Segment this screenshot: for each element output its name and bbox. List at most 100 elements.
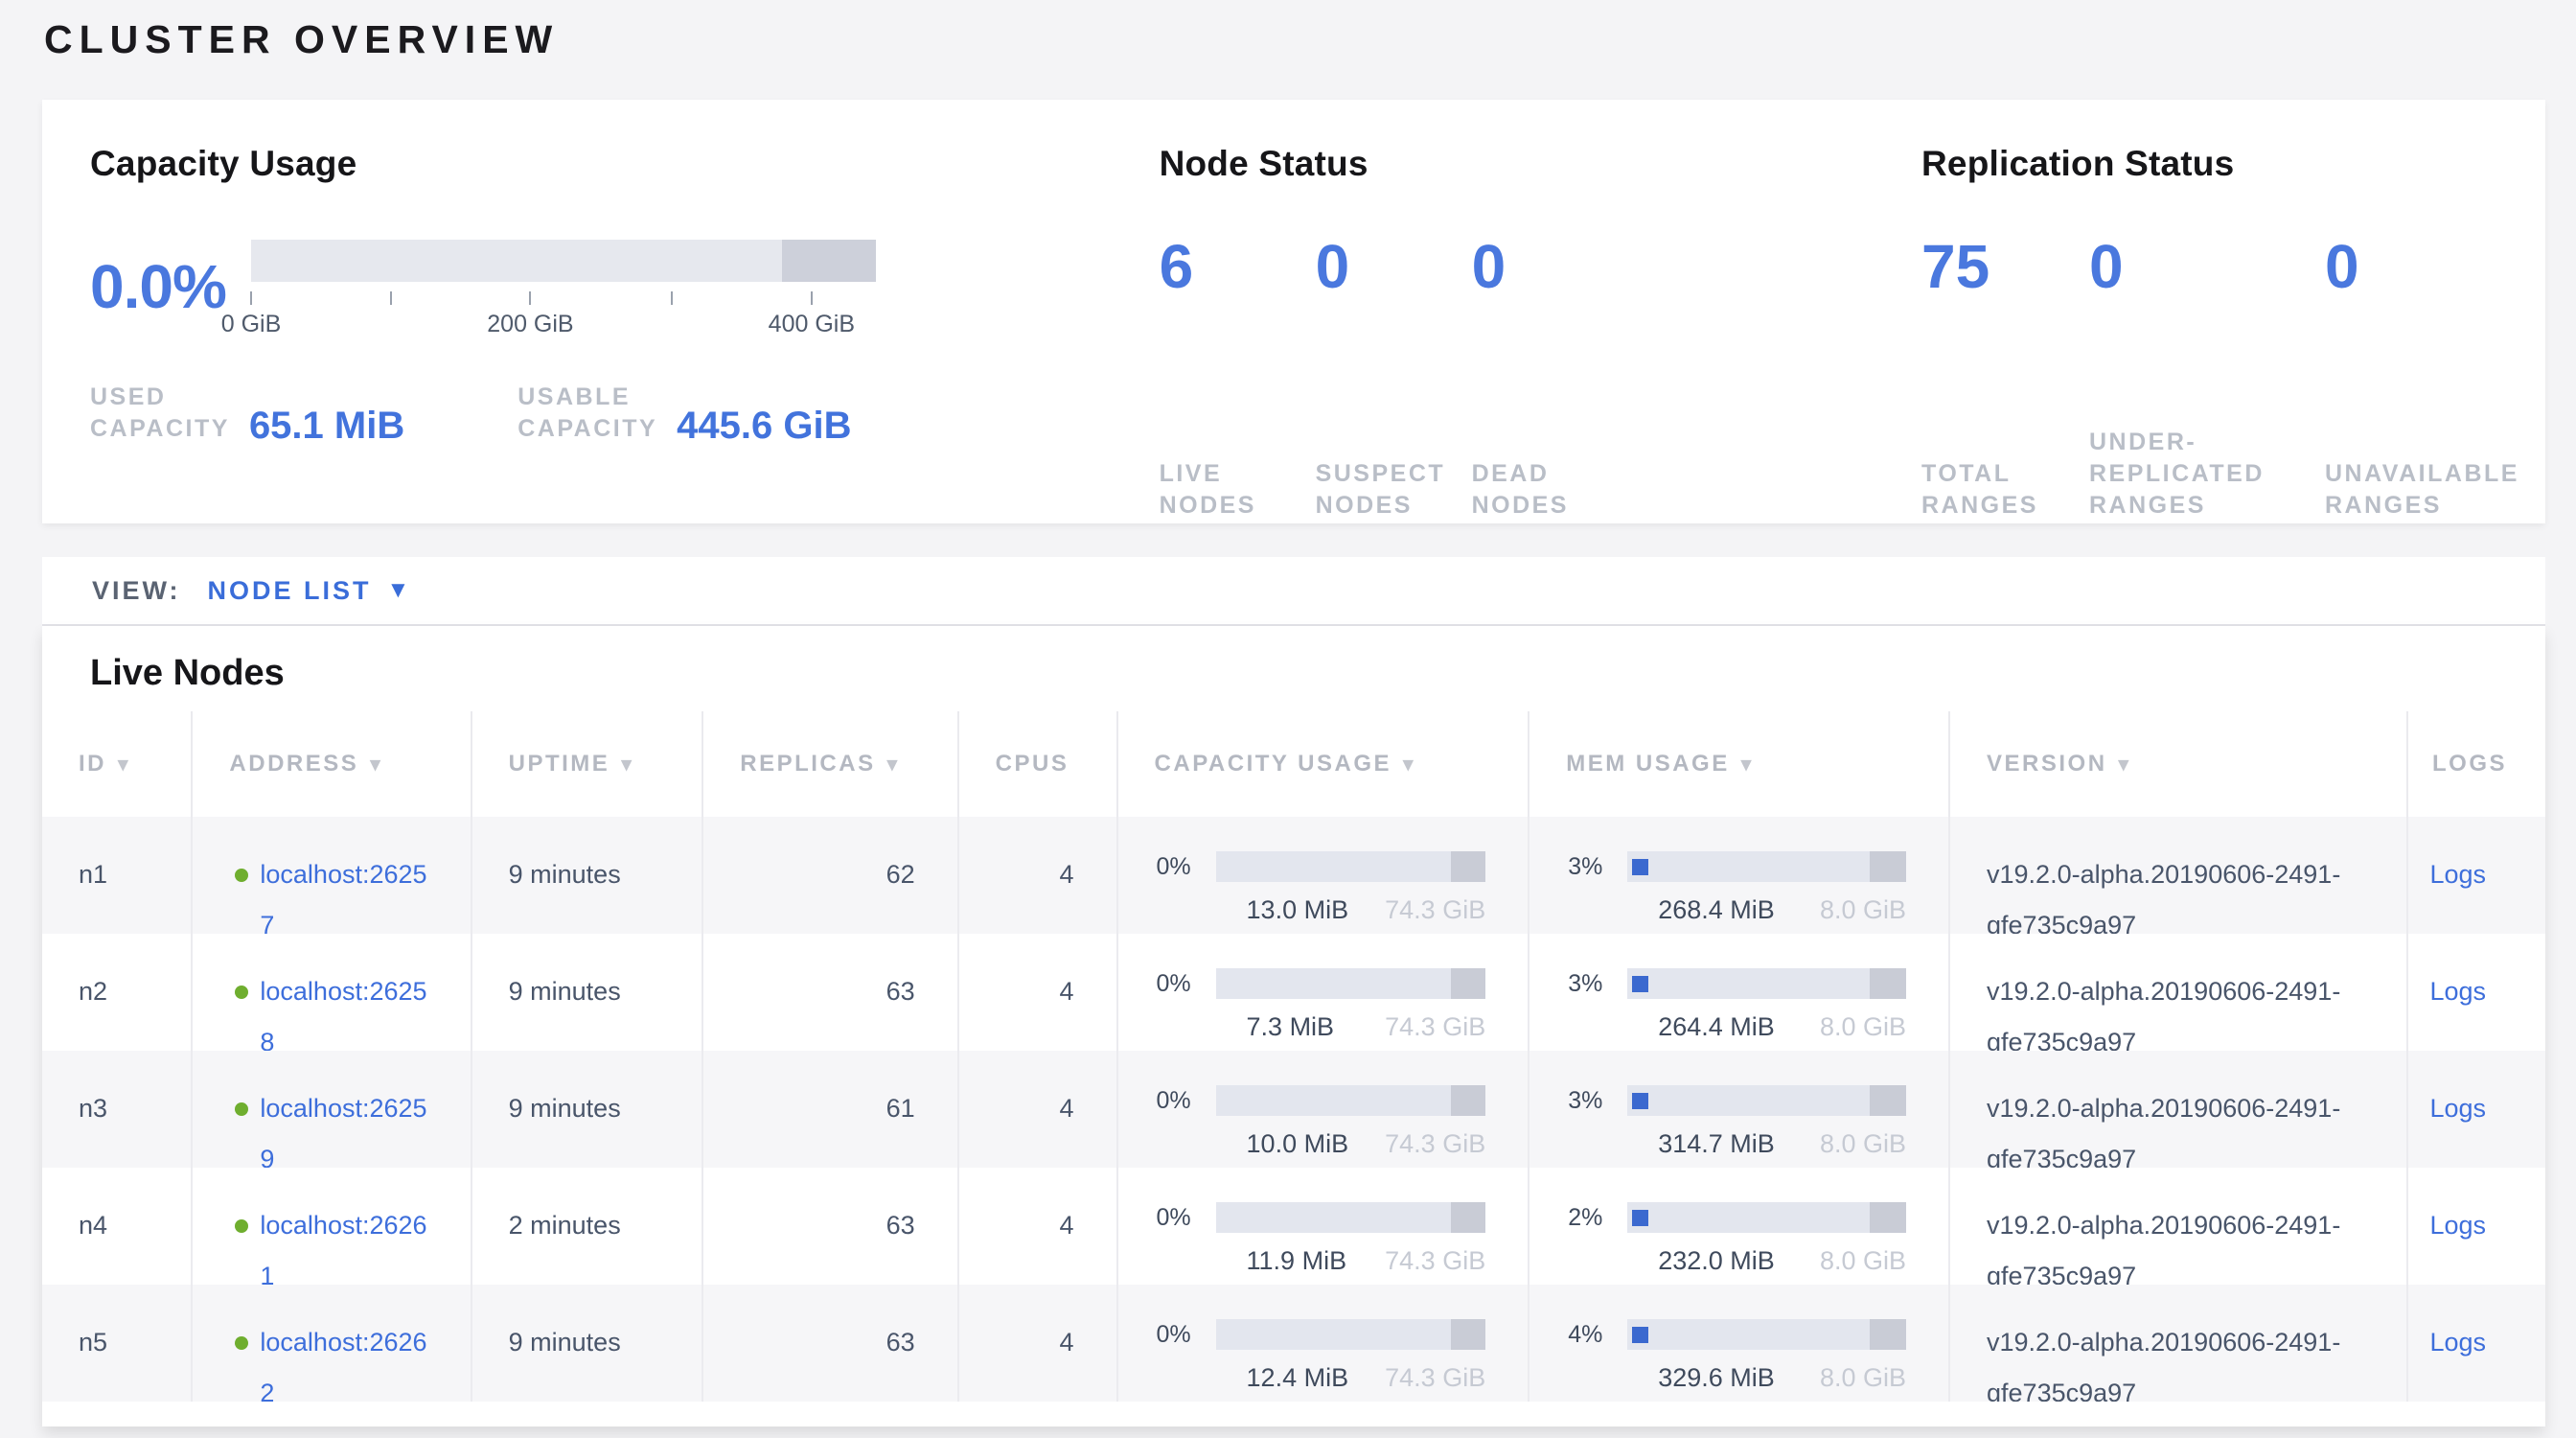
node-capacity-usage: 0% 10.0 MiB 74.3 GiB <box>1116 1051 1529 1168</box>
unavailable-label: UNAVAILABLE RANGES <box>2325 458 2545 522</box>
total-ranges-stat: 75 TOTAL RANGES <box>1921 232 2089 522</box>
suspect-nodes-count: 0 <box>1316 232 1472 301</box>
mem-used-value: 329.6 MiB <box>1658 1363 1775 1392</box>
capacity-bar-track <box>251 240 876 282</box>
node-replicas: 63 <box>702 1285 956 1402</box>
column-header-mem-usage[interactable]: MEM USAGE ▾ <box>1528 711 1948 817</box>
axis-tick-label: 400 GiB <box>769 311 855 338</box>
view-dropdown[interactable]: NODE LIST ▼ <box>208 576 410 606</box>
mem-percent: 2% <box>1568 1202 1627 1233</box>
capacity-bar-track <box>1216 968 1486 999</box>
clipped-table-row <box>42 1402 2545 1426</box>
node-version: v19.2.0-alpha.20190606-2491-gfe735c9a97 <box>1948 1285 2406 1402</box>
node-uptime: 9 minutes <box>471 1285 702 1402</box>
suspect-nodes-stat: 0 SUSPECT NODES <box>1316 232 1472 522</box>
live-nodes-label: LIVE NODES <box>1160 458 1316 522</box>
node-mem-usage: 3% 268.4 MiB 8.0 GiB <box>1528 817 1948 934</box>
dead-nodes-stat: 0 DEAD NODES <box>1472 232 1628 522</box>
column-header-cpus[interactable]: CPUS <box>957 711 1116 817</box>
node-id: n3 <box>42 1051 191 1168</box>
capacity-usage-title: Capacity Usage <box>90 144 1160 184</box>
node-mem-usage: 4% 329.6 MiB 8.0 GiB <box>1528 1285 1948 1402</box>
capacity-bar-dark-segment <box>1451 968 1486 999</box>
mem-bar-track <box>1627 851 1906 882</box>
node-live-status-icon <box>235 986 248 999</box>
column-header-id[interactable]: ID ▾ <box>42 711 191 817</box>
node-address-link[interactable]: localhost:26262 <box>260 1317 438 1402</box>
under-replicated-label: UNDER-REPLICATED RANGES <box>2089 427 2325 522</box>
node-replicas: 63 <box>702 934 956 1051</box>
node-cpus: 4 <box>957 934 1116 1051</box>
cluster-summary-card: Capacity Usage 0.0% 0 GiB 200 GiB 400 Gi… <box>42 100 2545 523</box>
capacity-bar-dark-segment <box>1451 851 1486 882</box>
node-address-link[interactable]: localhost:26257 <box>260 849 438 934</box>
mem-bar-fill <box>1632 859 1648 875</box>
node-logs-cell: Logs <box>2406 1168 2545 1285</box>
capacity-percent: 0% <box>1157 851 1216 882</box>
node-version: v19.2.0-alpha.20190606-2491-gfe735c9a97 <box>1948 1168 2406 1285</box>
node-logs-cell: Logs <box>2406 1051 2545 1168</box>
logs-link[interactable]: Logs <box>2429 860 2486 889</box>
live-nodes-card: Live Nodes ID ▾ ADDRESS ▾ UPTIME ▾ REPLI… <box>42 626 2545 1426</box>
node-live-status-icon <box>235 1102 248 1116</box>
capacity-total-value: 74.3 GiB <box>1385 1012 1485 1041</box>
logs-link[interactable]: Logs <box>2429 977 2486 1006</box>
column-header-replicas[interactable]: REPLICAS ▾ <box>702 711 956 817</box>
column-header-capacity-usage[interactable]: CAPACITY USAGE ▾ <box>1116 711 1529 817</box>
node-cpus: 4 <box>957 1285 1116 1402</box>
mem-bar-fill <box>1632 1210 1648 1226</box>
column-header-address[interactable]: ADDRESS ▾ <box>191 711 470 817</box>
capacity-total-value: 74.3 GiB <box>1385 1129 1485 1158</box>
node-id: n5 <box>42 1285 191 1402</box>
table-row: n3 localhost:26259 9 minutes 61 4 0% <box>42 1051 2545 1168</box>
mem-percent: 3% <box>1568 968 1627 999</box>
capacity-usage-bar: 0 GiB 200 GiB 400 GiB <box>251 234 876 339</box>
axis-tick <box>811 291 813 305</box>
view-dropdown-value[interactable]: NODE LIST <box>208 576 372 606</box>
node-mem-usage: 2% 232.0 MiB 8.0 GiB <box>1528 1168 1948 1285</box>
mem-bar-track <box>1627 1319 1906 1350</box>
capacity-used-value: 7.3 MiB <box>1247 1012 1335 1041</box>
capacity-total-value: 74.3 GiB <box>1385 895 1485 924</box>
live-nodes-stat: 6 LIVE NODES <box>1160 232 1316 522</box>
view-selector-bar: VIEW: NODE LIST ▼ <box>42 557 2545 626</box>
logs-link[interactable]: Logs <box>2429 1094 2486 1123</box>
mem-bar-dark-segment <box>1870 968 1906 999</box>
node-cpus: 4 <box>957 1168 1116 1285</box>
view-label: VIEW: <box>92 576 181 606</box>
capacity-used-value: 13.0 MiB <box>1247 895 1349 924</box>
mem-used-value: 264.4 MiB <box>1658 1012 1775 1041</box>
mem-bar-dark-segment <box>1870 1202 1906 1233</box>
node-address-link[interactable]: localhost:26258 <box>260 966 438 1051</box>
node-live-status-icon <box>235 1336 248 1350</box>
column-header-version[interactable]: VERSION ▾ <box>1948 711 2406 817</box>
unavailable-count: 0 <box>2325 232 2545 301</box>
live-nodes-count: 6 <box>1160 232 1316 301</box>
table-row: n5 localhost:26262 9 minutes 63 4 0% <box>42 1285 2545 1402</box>
used-capacity-stat: USED CAPACITY 65.1 MiB <box>90 382 404 445</box>
node-mem-usage: 3% 314.7 MiB 8.0 GiB <box>1528 1051 1948 1168</box>
capacity-bar-track <box>1216 1319 1486 1350</box>
dead-nodes-count: 0 <box>1472 232 1628 301</box>
under-replicated-ranges-stat: 0 UNDER-REPLICATED RANGES <box>2089 232 2325 522</box>
node-uptime: 9 minutes <box>471 1051 702 1168</box>
node-version: v19.2.0-alpha.20190606-2491-gfe735c9a97 <box>1948 817 2406 934</box>
node-id: n4 <box>42 1168 191 1285</box>
logs-link[interactable]: Logs <box>2429 1328 2486 1357</box>
capacity-percent: 0% <box>1157 1085 1216 1116</box>
sort-desc-icon: ▾ <box>1403 753 1415 777</box>
mem-bar-track <box>1627 1085 1906 1116</box>
mem-used-value: 314.7 MiB <box>1658 1129 1775 1158</box>
node-address-link[interactable]: localhost:26259 <box>260 1083 438 1168</box>
column-header-uptime[interactable]: UPTIME ▾ <box>471 711 702 817</box>
live-nodes-title: Live Nodes <box>42 626 2545 711</box>
capacity-percent: 0% <box>1157 1202 1216 1233</box>
node-address-link[interactable]: localhost:26261 <box>260 1200 438 1285</box>
table-header-row: ID ▾ ADDRESS ▾ UPTIME ▾ REPLICAS ▾ CPUS … <box>42 711 2545 817</box>
chevron-down-icon: ▼ <box>387 579 410 602</box>
node-cpus: 4 <box>957 1051 1116 1168</box>
sort-desc-icon: ▾ <box>370 753 382 777</box>
node-status-title: Node Status <box>1160 144 1921 184</box>
logs-link[interactable]: Logs <box>2429 1211 2486 1240</box>
node-status-section: Node Status 6 LIVE NODES 0 SUSPECT NODES… <box>1160 144 1921 523</box>
